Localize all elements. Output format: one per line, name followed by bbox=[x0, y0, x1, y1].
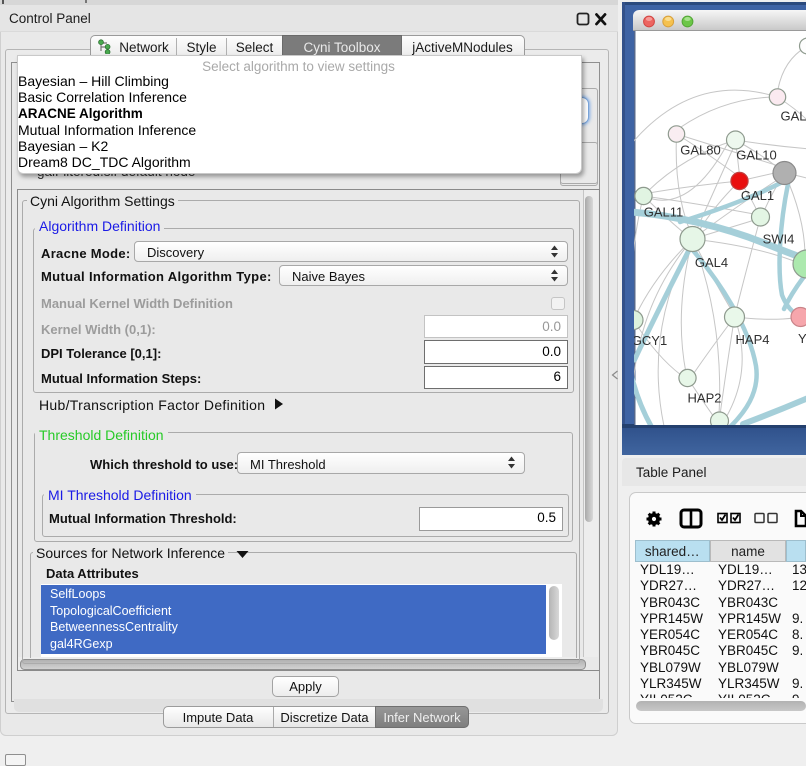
svg-text:GCY1: GCY1 bbox=[634, 333, 667, 348]
svg-text:GAL11: GAL11 bbox=[643, 205, 683, 220]
svg-text:SWI4: SWI4 bbox=[762, 232, 794, 247]
svg-text:GAL4: GAL4 bbox=[694, 255, 727, 270]
svg-text:GAL7: GAL7 bbox=[780, 109, 806, 124]
svg-text:GAL1: GAL1 bbox=[740, 188, 773, 203]
svg-text:GAL80: GAL80 bbox=[680, 143, 720, 158]
svg-text:GAL10: GAL10 bbox=[736, 148, 776, 163]
svg-text:HAP2: HAP2 bbox=[687, 391, 721, 406]
svg-text:HAP4: HAP4 bbox=[735, 332, 769, 347]
svg-text:YM: YM bbox=[798, 331, 806, 346]
